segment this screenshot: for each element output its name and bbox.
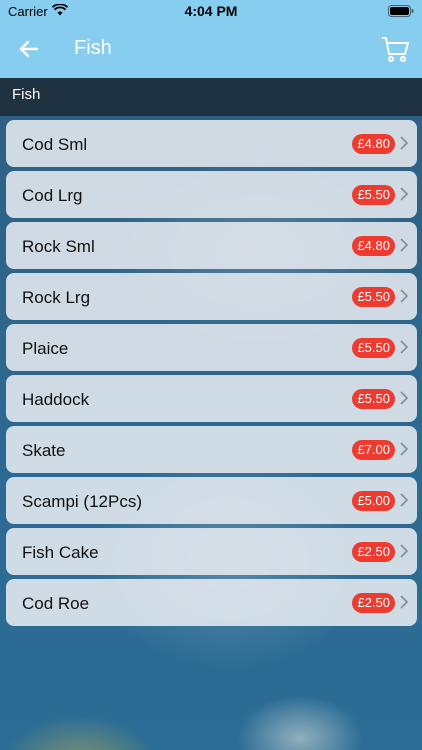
item-name: Cod Lrg	[22, 186, 83, 205]
chevron-right-icon	[400, 493, 408, 507]
list-item[interactable]: Rock Lrg £5.50	[6, 273, 417, 320]
chevron-right-icon	[400, 442, 408, 456]
item-name: Cod Sml	[22, 135, 88, 154]
list-item[interactable]: Cod Roe £2.50	[6, 579, 417, 626]
chevron-right-icon	[400, 391, 408, 405]
list-item[interactable]: Plaice £5.50	[6, 324, 417, 371]
item-name: Cod Roe	[22, 594, 90, 613]
status-time: 4:04 PM	[184, 3, 238, 19]
item-name: Rock Sml	[22, 237, 95, 256]
price-badge: £5.50	[352, 338, 395, 358]
chevron-right-icon	[400, 238, 408, 252]
section-header: Fish	[0, 78, 422, 116]
chevron-right-icon	[400, 187, 408, 201]
list-item[interactable]: Scampi (12Pcs) £5.00	[6, 477, 417, 524]
chevron-right-icon	[400, 136, 408, 150]
back-arrow-icon[interactable]	[16, 36, 42, 62]
price-badge: £4.80	[352, 236, 395, 256]
section-title: Fish	[12, 86, 41, 103]
list-item[interactable]: Cod Lrg £5.50	[6, 171, 417, 218]
chevron-right-icon	[400, 595, 408, 609]
price-badge: £5.00	[352, 491, 395, 511]
item-name: Fish Cake	[22, 543, 99, 562]
status-bar: Carrier 4:04 PM	[0, 0, 422, 22]
price-badge: £5.50	[352, 287, 395, 307]
list-item[interactable]: Haddock £5.50	[6, 375, 417, 422]
nav-bar: Fish	[0, 22, 422, 78]
chevron-right-icon	[400, 544, 408, 558]
item-name: Skate	[22, 441, 66, 460]
chevron-right-icon	[400, 289, 408, 303]
list-item[interactable]: Cod Sml £4.80	[6, 120, 417, 167]
price-badge: £7.00	[352, 440, 395, 460]
battery-icon	[388, 5, 414, 20]
menu-list: Cod Sml £4.80 Cod Lrg £5.50 Rock Sml £4.…	[6, 120, 417, 630]
list-item[interactable]: Rock Sml £4.80	[6, 222, 417, 269]
item-name: Haddock	[22, 390, 90, 409]
item-name: Rock Lrg	[22, 288, 91, 307]
list-item[interactable]: Skate £7.00	[6, 426, 417, 473]
page-title: Fish	[74, 37, 112, 59]
cart-icon[interactable]	[380, 34, 410, 64]
price-badge: £5.50	[352, 389, 395, 409]
item-name: Scampi (12Pcs)	[22, 492, 142, 511]
price-badge: £4.80	[352, 134, 395, 154]
list-item[interactable]: Fish Cake £2.50	[6, 528, 417, 575]
item-name: Plaice	[22, 339, 69, 358]
price-badge: £2.50	[352, 593, 395, 613]
price-badge: £2.50	[352, 542, 395, 562]
price-badge: £5.50	[352, 185, 395, 205]
chevron-right-icon	[400, 340, 408, 354]
